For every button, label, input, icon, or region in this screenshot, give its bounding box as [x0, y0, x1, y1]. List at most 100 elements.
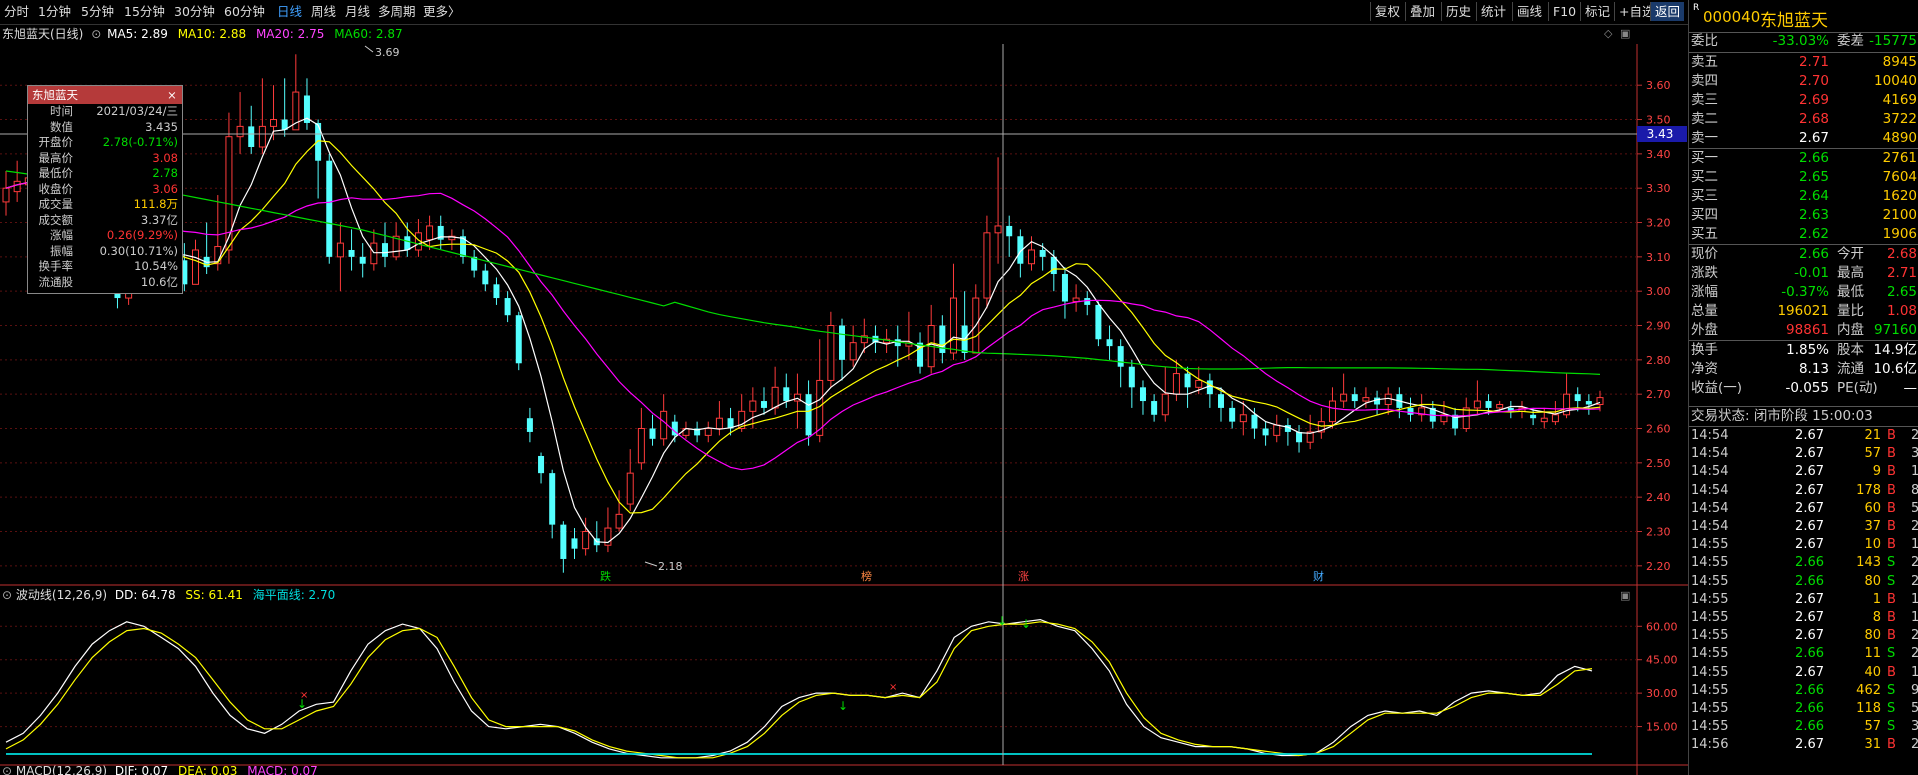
mark-button[interactable]: 标记 [1580, 2, 1614, 21]
window-icon[interactable]: ▣ [1620, 589, 1630, 602]
candle-body [1061, 274, 1068, 302]
tooltip-key: 时间 [50, 104, 73, 118]
tick-time: 14:55 [1691, 719, 1729, 735]
tooltip-key: 流通股 [38, 274, 74, 289]
period-60min[interactable]: 60分钟 [224, 3, 265, 21]
gear-icon[interactable]: ⊙ [2, 588, 12, 602]
tick-volume: 11 [1864, 646, 1881, 662]
tooltip-key: 涨幅 [50, 228, 73, 242]
period-weekly[interactable]: 周线 [311, 3, 336, 21]
draw-button[interactable]: 画线 [1512, 2, 1546, 21]
tooltip-row: 涨幅 0.26(9.29%) [28, 228, 182, 244]
f10-button[interactable]: F10 [1548, 2, 1580, 21]
buy-level-row[interactable]: 买五 2.62 1906 [1689, 225, 1918, 244]
macd-title[interactable]: MACD(12,26,9) [16, 764, 107, 775]
period-more[interactable]: 更多〉 [423, 3, 461, 21]
candle-body [504, 298, 511, 316]
candle-body [482, 270, 489, 285]
period-30min[interactable]: 30分钟 [174, 3, 215, 21]
candle-body [849, 342, 857, 361]
candle-body [1184, 373, 1191, 388]
period-fenshi[interactable]: 分时 [4, 3, 29, 21]
kline-chart[interactable]: 3.60 3.50 3.40 3.30 3.20 3.10 3.00 2.90 2.80 2.70… [0, 0, 1688, 775]
tick-count: 5 [1911, 701, 1918, 716]
level-label: 卖二 [1691, 111, 1718, 127]
candle-body [1530, 414, 1537, 419]
stat-value: 8.13 [1798, 361, 1829, 377]
tick-direction: S [1887, 719, 1896, 735]
stat-key: 今开 [1837, 246, 1864, 262]
event-marker-zhang[interactable]: 涨 [1018, 570, 1029, 583]
period-1min[interactable]: 1分钟 [38, 3, 71, 21]
event-marker-die[interactable]: 跌 [600, 569, 611, 583]
candle-body [582, 531, 590, 550]
buy-level-row[interactable]: 买四 2.63 2100 [1689, 206, 1918, 225]
period-multi[interactable]: 多周期 [378, 3, 416, 21]
stat-value: 1.85% [1786, 342, 1829, 358]
low-label: 2.18 [658, 560, 683, 573]
level-price: 2.66 [1798, 150, 1829, 166]
tick-price: 2.67 [1795, 537, 1824, 553]
stock-name[interactable]: 东旭蓝天 [1760, 6, 1828, 31]
tooltip-row: 成交量 111.8万 [28, 197, 182, 213]
price-tick-label: 2.30 [1646, 526, 1671, 539]
stat-value: -0.37% [1781, 284, 1829, 300]
buy-level-row[interactable]: 买一 2.66 2761 [1689, 149, 1918, 168]
sell-level-row[interactable]: 卖四 2.70 10040 [1689, 72, 1918, 91]
sell-level-row[interactable]: 卖一 2.67 4890 [1689, 129, 1918, 148]
tick-count: 1 [1911, 537, 1918, 553]
tooltip-row: 开盘价 2.78(-0.71%) [28, 135, 182, 151]
candle-body [1262, 428, 1269, 436]
history-button[interactable]: 历史 [1441, 2, 1475, 21]
period-5min[interactable]: 5分钟 [81, 3, 114, 21]
period-daily[interactable]: 日线 [277, 3, 302, 21]
candle-body [1229, 407, 1236, 422]
sell-level-row[interactable]: 卖三 2.69 4169 [1689, 91, 1918, 110]
candle-body [1340, 393, 1348, 402]
period-toolbar: 分时 1分钟 5分钟 15分钟 30分钟 60分钟 日线 周线 月线 多周期 更… [0, 0, 1688, 25]
tick-volume: 9 [1872, 464, 1881, 480]
buy-level-row[interactable]: 买三 2.64 1620 [1689, 187, 1918, 206]
tick-time: 14:55 [1691, 701, 1729, 716]
oscillator-info-bar: ⊙ 波动线(12,26,9) DD: 64.78 SS: 61.41 海平面线:… [2, 586, 335, 604]
fuquan-button[interactable]: 复权 [1370, 2, 1404, 21]
stats-button[interactable]: 统计 [1476, 2, 1510, 21]
event-marker-cai[interactable]: 财 [1313, 569, 1324, 583]
tick-price: 2.67 [1795, 482, 1824, 498]
candle-body [949, 297, 957, 354]
tick-volume: 8 [1872, 610, 1881, 625]
sell-level-row[interactable]: 卖二 2.68 3722 [1689, 110, 1918, 129]
oscillator-tick-label: 45.00 [1646, 654, 1678, 667]
candle-body [1574, 394, 1581, 402]
stock-code[interactable]: 000040 [1703, 8, 1760, 26]
tick-direction: B [1887, 664, 1896, 680]
back-button[interactable]: 返回 [1650, 2, 1685, 21]
tick-price: 2.66 [1795, 701, 1824, 716]
tick-count: 2 [1911, 428, 1918, 443]
candle-body [370, 242, 378, 265]
buy-level-row[interactable]: 买二 2.65 7604 [1689, 168, 1918, 187]
dd-label: DD: 64.78 [114, 588, 176, 602]
event-marker-bang[interactable]: 榜 [861, 569, 872, 583]
close-icon[interactable]: × [164, 86, 180, 104]
window-icon[interactable]: ▣ [1620, 27, 1630, 40]
sell-arrow-icon: × [300, 690, 308, 701]
tooltip-row: 换手率 10.54% [28, 259, 182, 275]
tick-direction: S [1887, 682, 1896, 698]
level-volume: 1620 [1882, 188, 1917, 204]
gear-icon[interactable]: ⊙ [91, 27, 101, 41]
sell-level-row[interactable]: 卖五 2.71 8945 [1689, 53, 1918, 72]
period-15min[interactable]: 15分钟 [124, 3, 165, 21]
gear-icon[interactable]: ⊙ [2, 764, 12, 775]
oscillator-title[interactable]: 波动线(12,26,9) [16, 588, 107, 602]
diamond-icon[interactable]: ◇ [1604, 27, 1612, 40]
overlay-button[interactable]: 叠加 [1405, 2, 1439, 21]
price-tick-label: 3.40 [1646, 148, 1671, 161]
price-tick-label: 2.70 [1646, 388, 1671, 401]
stock-title[interactable]: 东旭蓝天(日线) [2, 27, 83, 41]
tick-time: 14:54 [1691, 519, 1729, 534]
price-tick-label: 2.60 [1646, 423, 1671, 436]
stat-value: 2.71 [1886, 265, 1917, 281]
period-monthly[interactable]: 月线 [345, 3, 370, 21]
kline-tooltip: 东旭蓝天 × 时间 2021/03/24/三 数值 3.435 开盘价 2.78(-0.7… [27, 85, 183, 294]
